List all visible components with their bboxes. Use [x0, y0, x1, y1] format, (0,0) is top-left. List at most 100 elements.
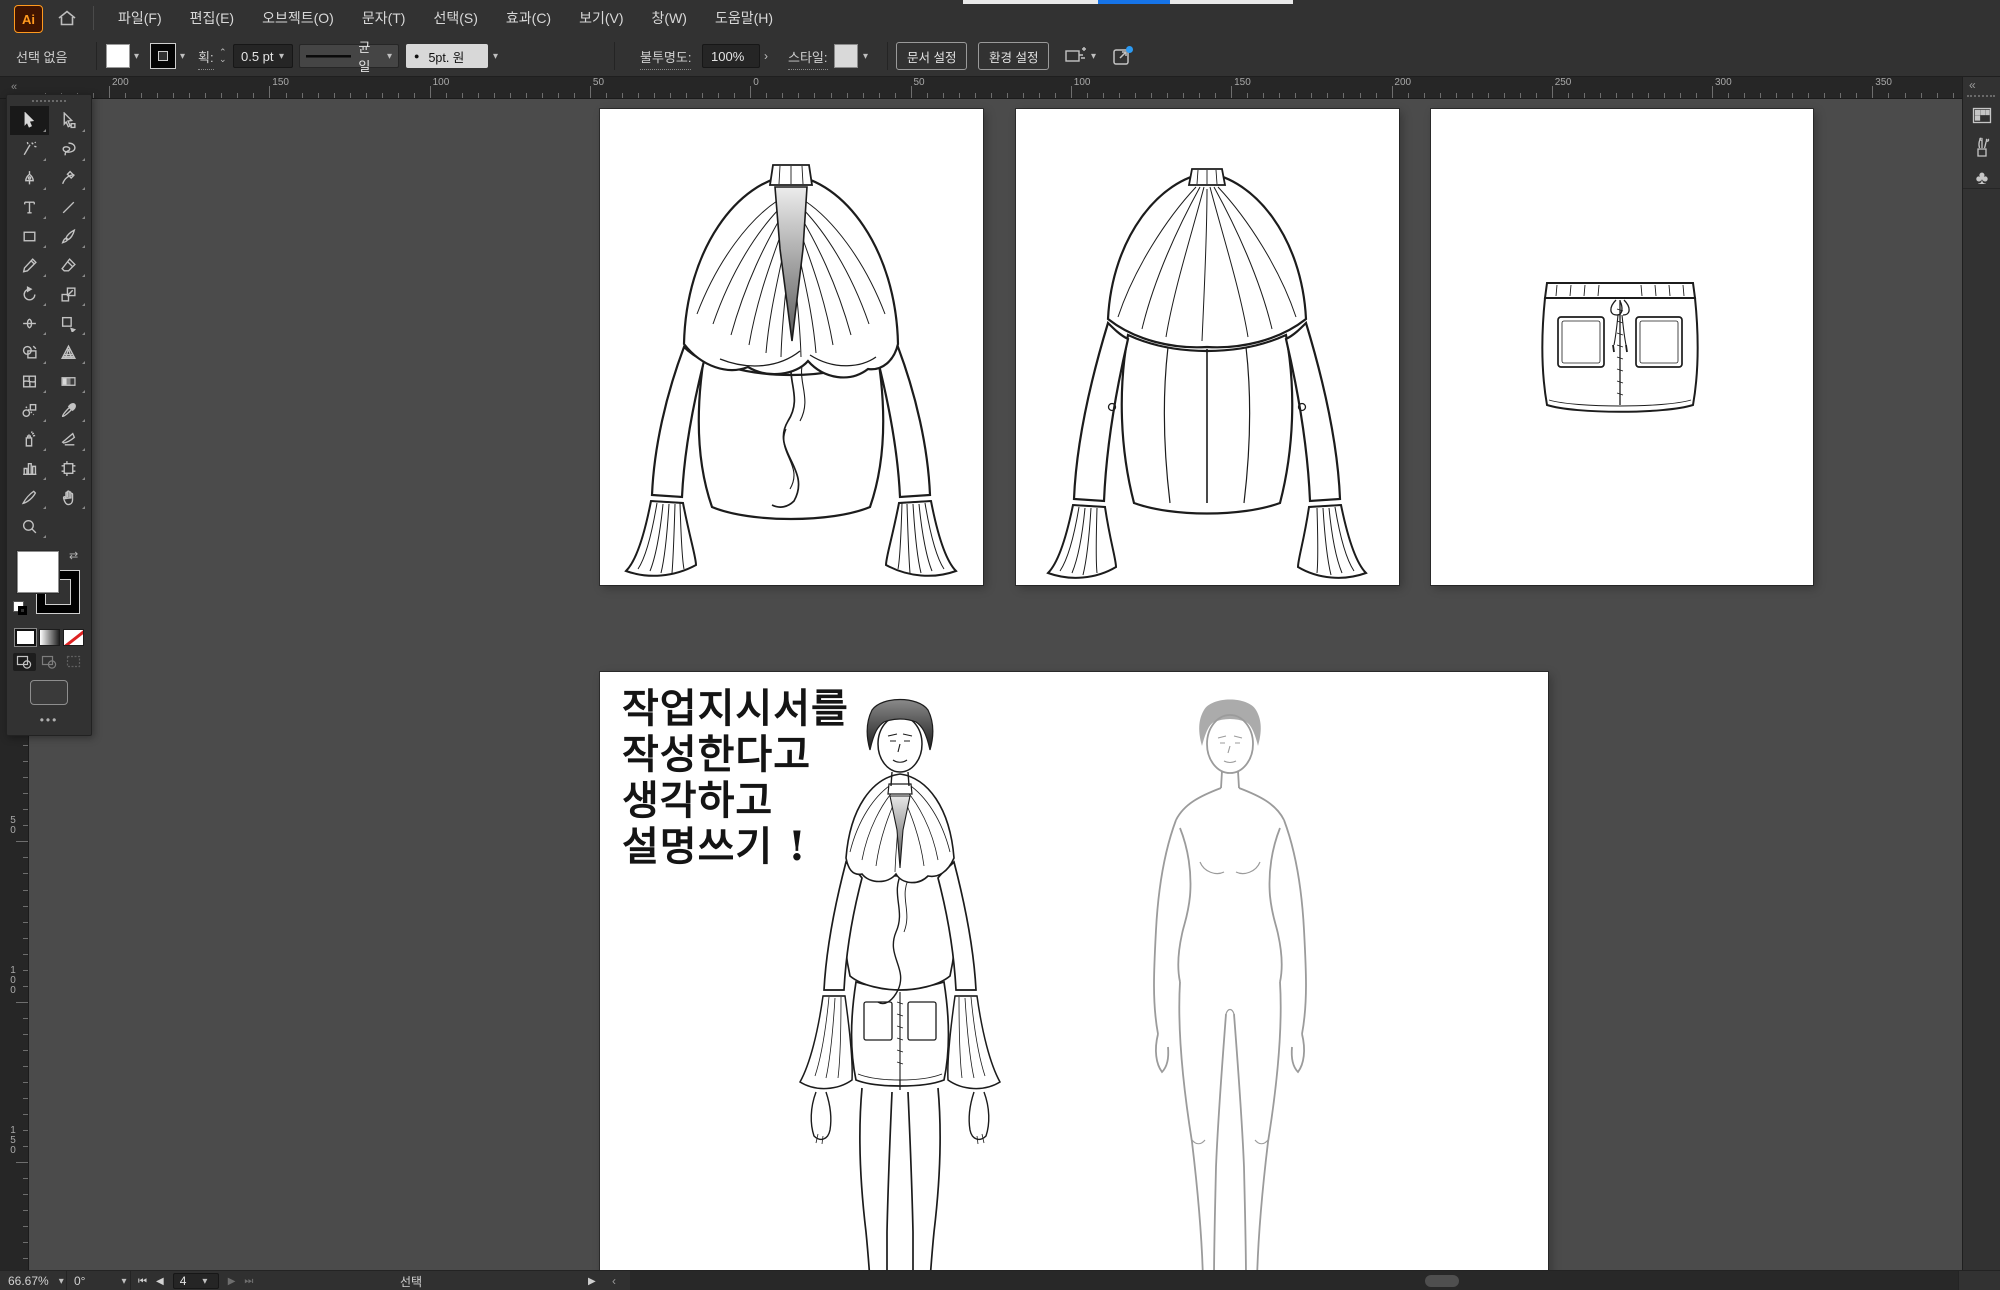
- default-fill-stroke-icon[interactable]: [13, 601, 29, 617]
- style-swatch[interactable]: [834, 36, 858, 76]
- artboard-1-jacket-front[interactable]: [600, 109, 983, 585]
- lasso-tool[interactable]: [49, 135, 88, 164]
- fill-indicator[interactable]: [17, 551, 59, 593]
- menu-item[interactable]: 오브젝트(O): [248, 0, 348, 36]
- home-icon[interactable]: [54, 6, 80, 30]
- rotate-tool[interactable]: [10, 280, 49, 309]
- pen-tool[interactable]: [10, 164, 49, 193]
- paintbrush-tool[interactable]: [49, 222, 88, 251]
- menu-item[interactable]: 편집(E): [176, 0, 248, 36]
- brush-dropdown[interactable]: ● 5pt. 원 ▾: [406, 36, 498, 76]
- symbol-sprayer-tool[interactable]: [10, 425, 49, 454]
- artboard-4-figure-scene[interactable]: 작업지시서를 작성한다고 생각하고 설명쓰기 !: [600, 672, 1548, 1270]
- rotation-dropdown[interactable]: 0°▾: [74, 1271, 127, 1290]
- color-button[interactable]: [15, 629, 36, 646]
- stroke-color-swatch[interactable]: [151, 36, 175, 76]
- gradient-button[interactable]: [39, 629, 60, 646]
- fill-dropdown-chevron-icon[interactable]: ▾: [134, 36, 139, 76]
- stroke-dropdown-chevron-icon[interactable]: ▾: [180, 36, 185, 76]
- column-graph-tool[interactable]: [10, 454, 49, 483]
- pencil-tool[interactable]: [10, 251, 49, 280]
- previous-artboard-icon[interactable]: ◀: [156, 1276, 164, 1287]
- control-divider: [887, 42, 888, 70]
- shape-builder-tool[interactable]: [10, 338, 49, 367]
- next-artboard-icon[interactable]: ▶: [228, 1276, 236, 1287]
- stroke-weight-stepper[interactable]: ⌃⌄: [219, 36, 227, 76]
- dock-grip[interactable]: [1967, 95, 1995, 97]
- perspective-grid-tool[interactable]: [49, 338, 88, 367]
- curvature-tool[interactable]: [49, 164, 88, 193]
- stroke-style-preview: [306, 53, 351, 59]
- collapse-left-icon[interactable]: ‹: [612, 1271, 616, 1290]
- zoom-tool[interactable]: [10, 512, 49, 541]
- fill-color-swatch[interactable]: [106, 36, 130, 76]
- last-artboard-icon[interactable]: ⏭: [244, 1276, 253, 1287]
- menu-item[interactable]: 문자(T): [348, 0, 420, 36]
- draw-inside-mode-icon[interactable]: [63, 653, 86, 671]
- draw-behind-mode-icon[interactable]: [38, 653, 61, 671]
- status-bar-corner: [1958, 1271, 2000, 1290]
- swatches-panel-icon[interactable]: [1967, 102, 1997, 128]
- brushes-panel-icon[interactable]: [1967, 134, 1997, 160]
- blend-tool[interactable]: [10, 396, 49, 425]
- skirt-sketch[interactable]: [1431, 109, 1813, 585]
- hand-tool[interactable]: [49, 483, 88, 512]
- preferences-button[interactable]: 환경 설정: [978, 36, 1049, 76]
- style-label[interactable]: 스타일:: [788, 44, 828, 70]
- eraser-tool[interactable]: [49, 251, 88, 280]
- horizontal-scrollbar[interactable]: [630, 1271, 1958, 1290]
- menu-item[interactable]: 효과(C): [492, 0, 565, 36]
- arrange-documents-icon[interactable]: ▾: [1064, 36, 1096, 76]
- type-tool[interactable]: [10, 193, 49, 222]
- artboard-2-jacket-back[interactable]: [1016, 109, 1399, 585]
- selection-tool[interactable]: [10, 106, 49, 135]
- status-divider: [130, 1271, 131, 1290]
- share-document-icon[interactable]: [1112, 36, 1134, 76]
- canvas[interactable]: 작업지시서를 작성한다고 생각하고 설명쓰기 !: [0, 98, 2000, 1270]
- draw-normal-mode-icon[interactable]: [13, 653, 36, 671]
- knife-tool[interactable]: [10, 483, 49, 512]
- opacity-more-chevron-icon[interactable]: ›: [764, 36, 768, 76]
- eyedropper-tool[interactable]: [49, 396, 88, 425]
- menu-item[interactable]: 창(W): [638, 0, 701, 36]
- first-artboard-icon[interactable]: ⏮: [138, 1276, 147, 1287]
- opacity-label[interactable]: 불투명도:: [640, 44, 691, 70]
- menu-item[interactable]: 파일(F): [104, 0, 176, 36]
- rectangle-tool[interactable]: [10, 222, 49, 251]
- stroke-style-dropdown[interactable]: 균일 ▾: [299, 36, 399, 76]
- mesh-tool[interactable]: [10, 367, 49, 396]
- edit-toolbar-icon[interactable]: •••: [7, 713, 91, 727]
- slice-tool[interactable]: [49, 425, 88, 454]
- zoom-level-dropdown[interactable]: 66.67%▾: [8, 1271, 64, 1290]
- horizontal-ruler[interactable]: « 20015010050050100150200250300350: [0, 76, 1962, 99]
- horizontal-scrollbar-thumb[interactable]: [1425, 1275, 1459, 1287]
- jacket-back-sketch[interactable]: [1016, 109, 1399, 585]
- dock-collapse-icon[interactable]: «: [1969, 78, 1976, 92]
- width-tool[interactable]: [10, 309, 49, 338]
- menu-item[interactable]: 도움말(H): [701, 0, 787, 36]
- artboard-tool[interactable]: [49, 454, 88, 483]
- stroke-weight-label[interactable]: 획:: [198, 44, 214, 70]
- document-setup-button[interactable]: 문서 설정: [896, 36, 967, 76]
- artboard-number-field[interactable]: 4▾: [173, 1273, 219, 1289]
- magic-wand-tool[interactable]: [10, 135, 49, 164]
- menu-item[interactable]: 보기(V): [565, 0, 637, 36]
- opacity-field[interactable]: 100%: [702, 36, 760, 76]
- jacket-front-sketch[interactable]: [600, 109, 983, 585]
- gradient-tool[interactable]: [49, 367, 88, 396]
- app-logo-icon[interactable]: Ai: [14, 5, 43, 33]
- direct-selection-tool[interactable]: [49, 106, 88, 135]
- none-button[interactable]: [63, 629, 84, 646]
- free-transform-tool[interactable]: [49, 309, 88, 338]
- style-chevron-icon[interactable]: ▾: [863, 36, 868, 76]
- stroke-weight-chevron-icon[interactable]: ▾: [279, 36, 284, 76]
- scale-tool[interactable]: [49, 280, 88, 309]
- line-segment-tool[interactable]: [49, 193, 88, 222]
- artboard-3-skirt[interactable]: [1431, 109, 1813, 585]
- menu-item[interactable]: 선택(S): [419, 0, 491, 36]
- swap-fill-stroke-icon[interactable]: ⇄: [69, 549, 78, 562]
- annotation-text[interactable]: 작업지시서를 작성한다고 생각하고 설명쓰기 !: [622, 686, 849, 870]
- tool-panel-grip[interactable]: [7, 95, 91, 106]
- play-action-icon[interactable]: ▶: [588, 1271, 596, 1290]
- screen-mode-button[interactable]: [30, 680, 68, 705]
